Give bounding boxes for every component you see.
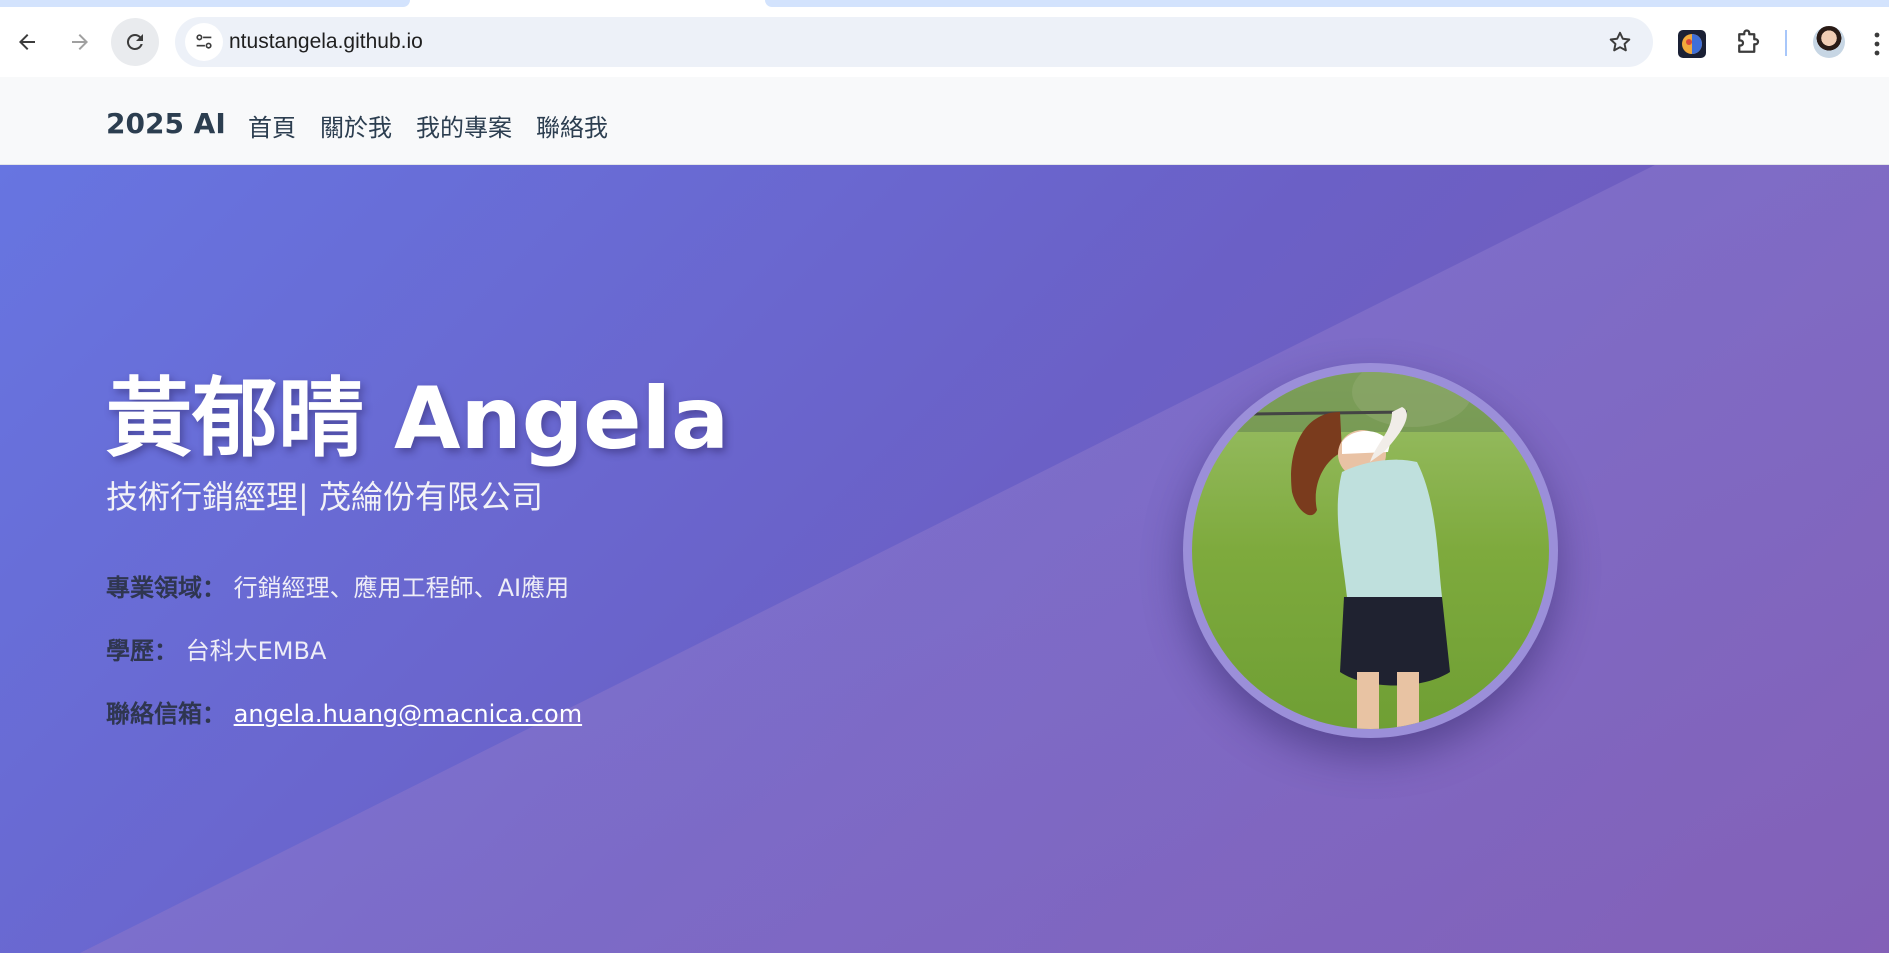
- hero-section: 黃郁晴 Angela 技術行銷經理| 茂綸份有限公司 專業領域： 行銷經理、應用…: [0, 165, 1889, 953]
- info-row-expertise: 專業領域： 行銷經理、應用工程師、AI應用: [106, 568, 569, 603]
- hero-job-title: 技術行銷經理| 茂綸份有限公司: [106, 478, 543, 516]
- info-label-email: 聯絡信箱：: [106, 700, 226, 728]
- hero-diagonal-shape: [80, 165, 1889, 953]
- bookmark-star-icon[interactable]: [1607, 29, 1633, 55]
- email-link[interactable]: angela.huang@macnica.com: [234, 700, 582, 728]
- info-label-education: 學歷：: [106, 637, 178, 665]
- profile-photo-frame: [1183, 363, 1558, 738]
- extensions-puzzle-icon[interactable]: [1733, 28, 1763, 58]
- site-navbar: 2025 AI 首頁 關於我 我的專案 聯絡我: [0, 77, 1889, 165]
- hero-name: 黃郁晴 Angela: [106, 369, 730, 469]
- nav-link-projects[interactable]: 我的專案: [416, 108, 512, 143]
- back-button[interactable]: [3, 18, 51, 66]
- extension-logo-icon[interactable]: [1678, 30, 1706, 58]
- profile-photo: [1192, 372, 1549, 729]
- address-bar[interactable]: ntustangela.github.io: [175, 17, 1653, 67]
- more-menu-icon[interactable]: [1872, 30, 1882, 58]
- nav-link-about[interactable]: 關於我: [320, 108, 392, 143]
- url-text[interactable]: ntustangela.github.io: [229, 30, 423, 54]
- forward-arrow-icon: [72, 34, 88, 50]
- site-info-icon: [196, 34, 212, 49]
- info-label-expertise: 專業領域：: [106, 574, 226, 602]
- site-brand[interactable]: 2025 AI: [106, 107, 226, 140]
- nav-links: 首頁 關於我 我的專案 聯絡我: [248, 108, 608, 143]
- forward-button[interactable]: [56, 18, 104, 66]
- nav-link-home[interactable]: 首頁: [248, 108, 296, 143]
- site-info-button[interactable]: [185, 23, 223, 61]
- info-value-education: 台科大EMBA: [185, 637, 327, 665]
- toolbar-divider: [1785, 30, 1787, 56]
- reload-button[interactable]: [111, 18, 159, 66]
- tab-strip-left: [0, 0, 410, 7]
- profile-avatar[interactable]: [1813, 26, 1845, 58]
- back-arrow-icon: [19, 34, 35, 50]
- reload-icon: [126, 33, 143, 50]
- nav-link-contact[interactable]: 聯絡我: [536, 108, 608, 143]
- info-row-email: 聯絡信箱： angela.huang@macnica.com: [106, 694, 582, 729]
- tab-strip-right: [765, 0, 1889, 7]
- info-row-education: 學歷： 台科大EMBA: [106, 631, 326, 666]
- info-value-expertise: 行銷經理、應用工程師、AI應用: [233, 574, 570, 602]
- tab-strip: [0, 0, 1889, 8]
- browser-toolbar: ntustangela.github.io: [0, 8, 1889, 77]
